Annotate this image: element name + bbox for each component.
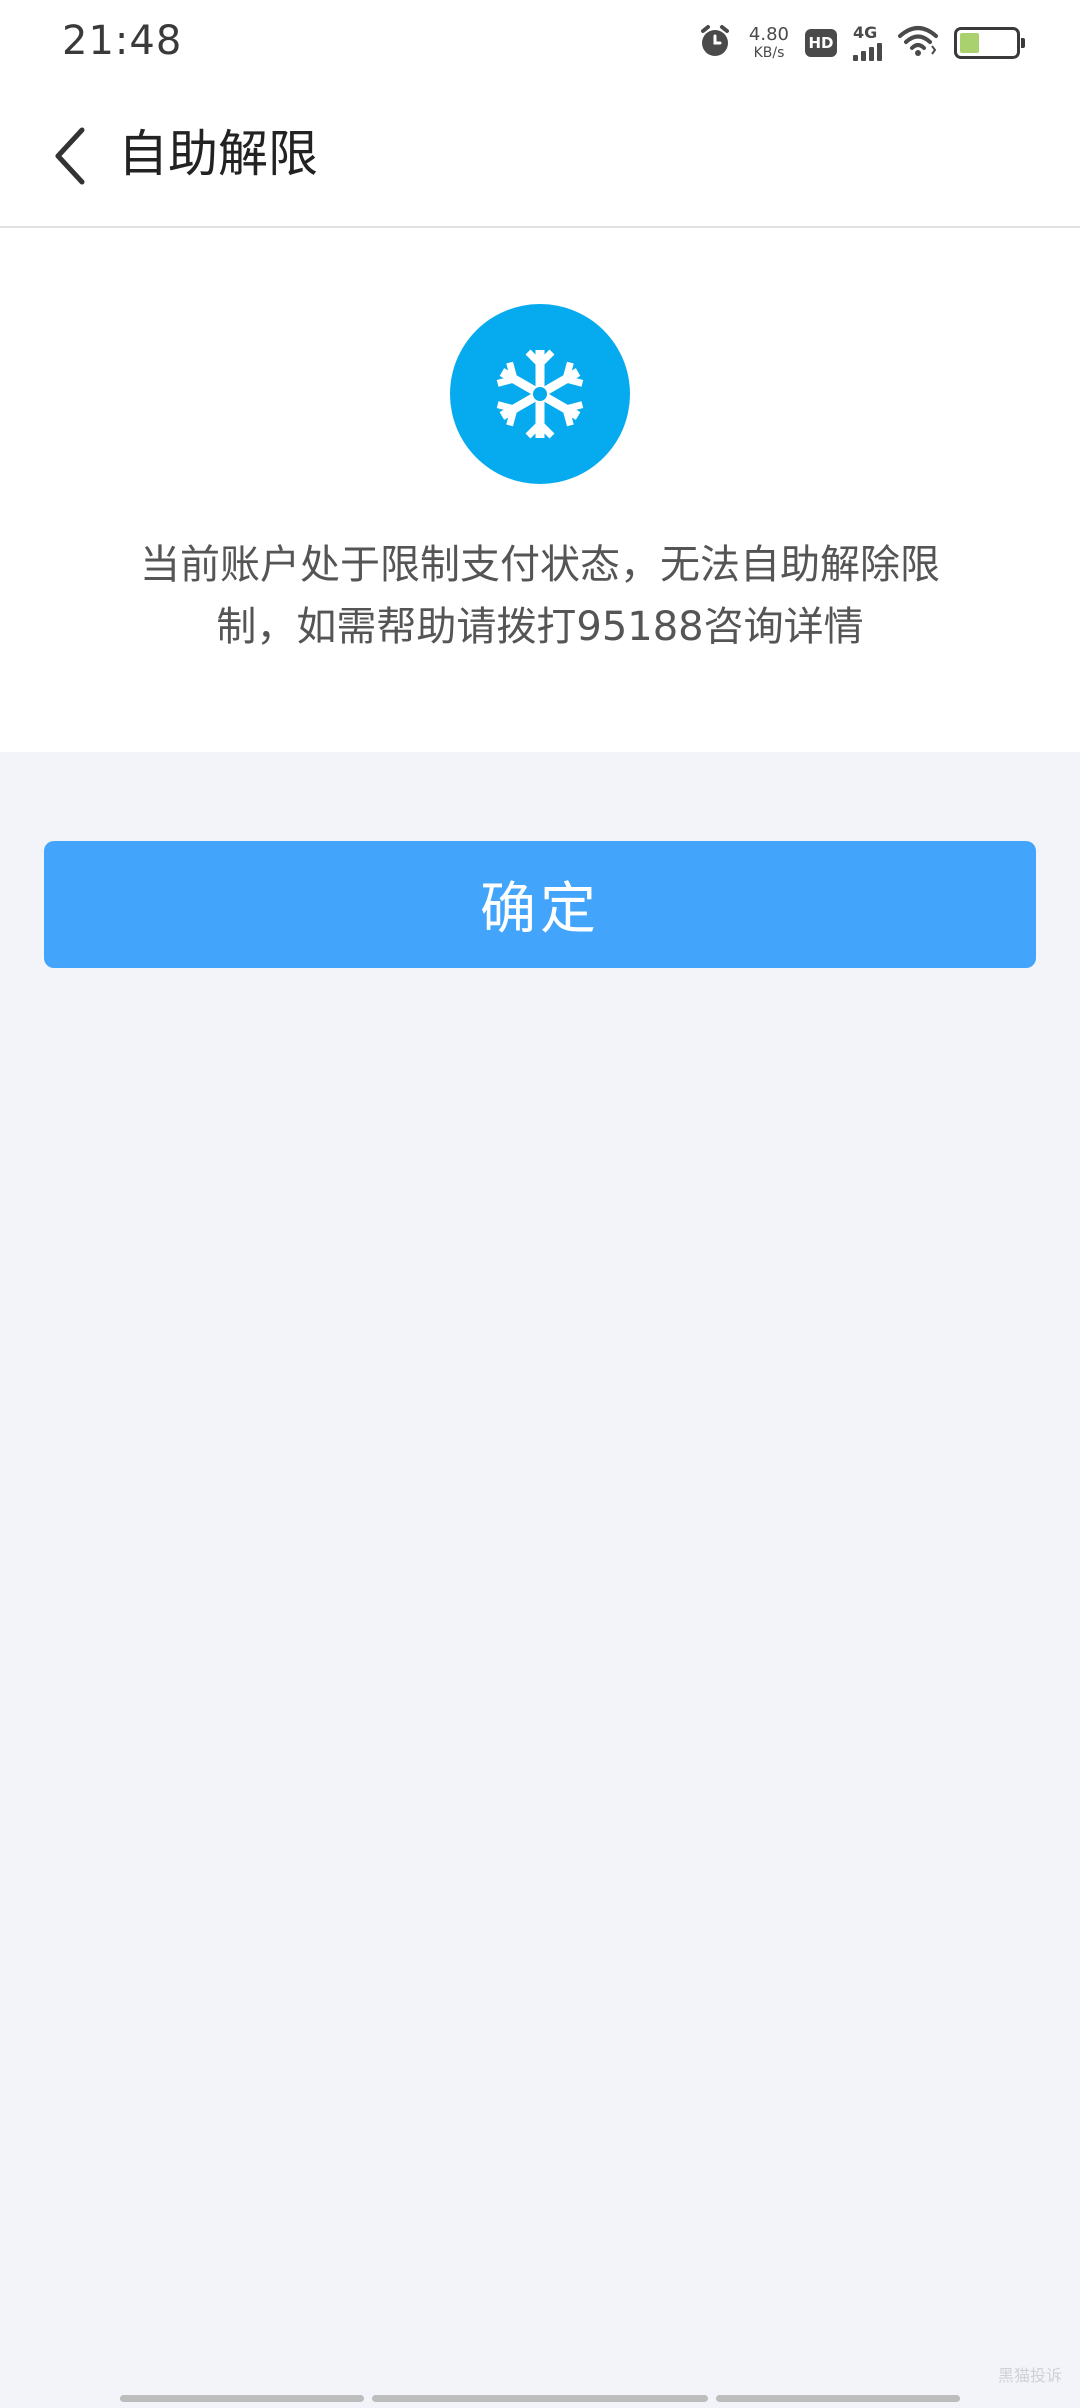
net-speed: 4.80 KB/s [748, 24, 789, 61]
battery-fill [960, 33, 979, 53]
home-indicator-right[interactable] [716, 2395, 960, 2402]
net-speed-unit: KB/s [753, 45, 785, 61]
signal-label: 4G [853, 23, 878, 42]
battery-icon [954, 27, 1025, 59]
content-card: 当前账户处于限制支付状态，无法自助解除限 制，如需帮助请拨打95188咨询详情 [0, 228, 1080, 752]
net-speed-value: 4.80 [748, 24, 789, 45]
page-title: 自助解限 [118, 125, 318, 183]
home-indicator-left[interactable] [120, 2395, 364, 2402]
alarm-icon [697, 23, 733, 63]
nav-bar: 自助解限 [0, 86, 1080, 228]
status-bar: 21:48 4.80 KB/s HD 4G [0, 0, 1080, 86]
hd-icon: HD [805, 29, 837, 57]
confirm-button[interactable]: 确定 [44, 841, 1036, 968]
watermark: 黑猫投诉 [997, 2366, 1062, 2385]
back-button[interactable] [30, 116, 110, 196]
message-line-2: 制，如需帮助请拨打95188咨询详情 [216, 604, 864, 650]
wifi-icon [898, 24, 938, 62]
home-indicator-center[interactable] [372, 2395, 708, 2402]
status-time: 21:48 [62, 18, 183, 64]
signal-icon: 4G [853, 25, 882, 61]
snowflake-icon [450, 304, 630, 484]
status-icons: 4.80 KB/s HD 4G [697, 18, 1025, 68]
restriction-message: 当前账户处于限制支付状态，无法自助解除限 制，如需帮助请拨打95188咨询详情 [100, 534, 980, 658]
message-line-1: 当前账户处于限制支付状态，无法自助解除限 [140, 542, 940, 588]
signal-bars [853, 43, 882, 61]
chevron-left-icon [55, 127, 85, 185]
